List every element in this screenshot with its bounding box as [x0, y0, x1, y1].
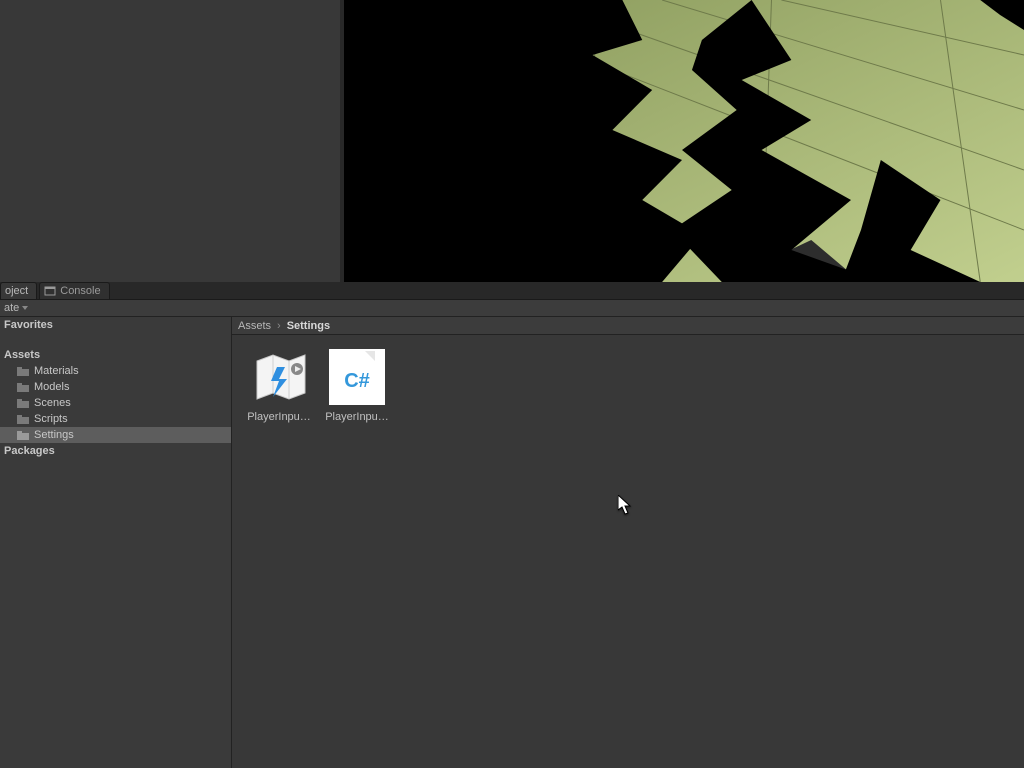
breadcrumb-current[interactable]: Settings [287, 320, 330, 332]
sidebar-item-scenes[interactable]: Scenes [0, 395, 231, 411]
asset-label: PlayerInpu… [247, 411, 311, 423]
dropdown-arrow-icon [22, 306, 28, 310]
folder-icon [16, 365, 30, 377]
project-tab-label: oject [5, 285, 28, 297]
sidebar-item-materials[interactable]: Materials [0, 363, 231, 379]
asset-item-cs[interactable]: C# PlayerInpu… [324, 349, 390, 423]
sidebar-item-label: Settings [34, 429, 74, 441]
create-button-label: ate [4, 302, 19, 314]
create-button[interactable]: ate [0, 302, 32, 314]
asset-item-inputactions[interactable]: PlayerInpu… [246, 349, 312, 423]
cs-script-icon: C# [329, 349, 385, 405]
project-content: Assets › Settings [232, 317, 1024, 768]
sidebar-item-label: Scripts [34, 413, 68, 425]
folder-icon [16, 429, 30, 441]
packages-header[interactable]: Packages [0, 443, 231, 459]
breadcrumb-root[interactable]: Assets [238, 320, 271, 332]
svg-text:C#: C# [344, 370, 370, 392]
console-tab-label: Console [60, 285, 100, 297]
panel-tabs: oject Console [0, 282, 1024, 300]
tab-console[interactable]: Console [39, 282, 109, 299]
sidebar-item-label: Models [34, 381, 69, 393]
folder-icon [16, 397, 30, 409]
favorites-header[interactable]: Favorites [0, 317, 231, 333]
breadcrumb: Assets › Settings [232, 317, 1024, 335]
scene-view[interactable] [340, 0, 1024, 282]
cursor-icon [618, 495, 632, 515]
sidebar-item-models[interactable]: Models [0, 379, 231, 395]
sidebar-item-label: Materials [34, 365, 79, 377]
asset-grid[interactable]: PlayerInpu… C# PlayerInpu… [232, 335, 1024, 768]
assets-header[interactable]: Assets [0, 347, 231, 363]
console-icon [44, 285, 56, 297]
inputactions-icon [251, 349, 307, 405]
project-sidebar[interactable]: Favorites Assets Materials Models Scenes… [0, 317, 232, 768]
folder-icon [16, 413, 30, 425]
chevron-right-icon: › [277, 320, 281, 332]
hierarchy-panel[interactable] [0, 0, 340, 282]
sidebar-item-scripts[interactable]: Scripts [0, 411, 231, 427]
tab-project[interactable]: oject [0, 282, 37, 299]
sidebar-item-settings[interactable]: Settings [0, 427, 231, 443]
asset-label: PlayerInpu… [325, 411, 389, 423]
sidebar-item-label: Scenes [34, 397, 71, 409]
folder-icon [16, 381, 30, 393]
project-toolbar: ate [0, 300, 1024, 317]
